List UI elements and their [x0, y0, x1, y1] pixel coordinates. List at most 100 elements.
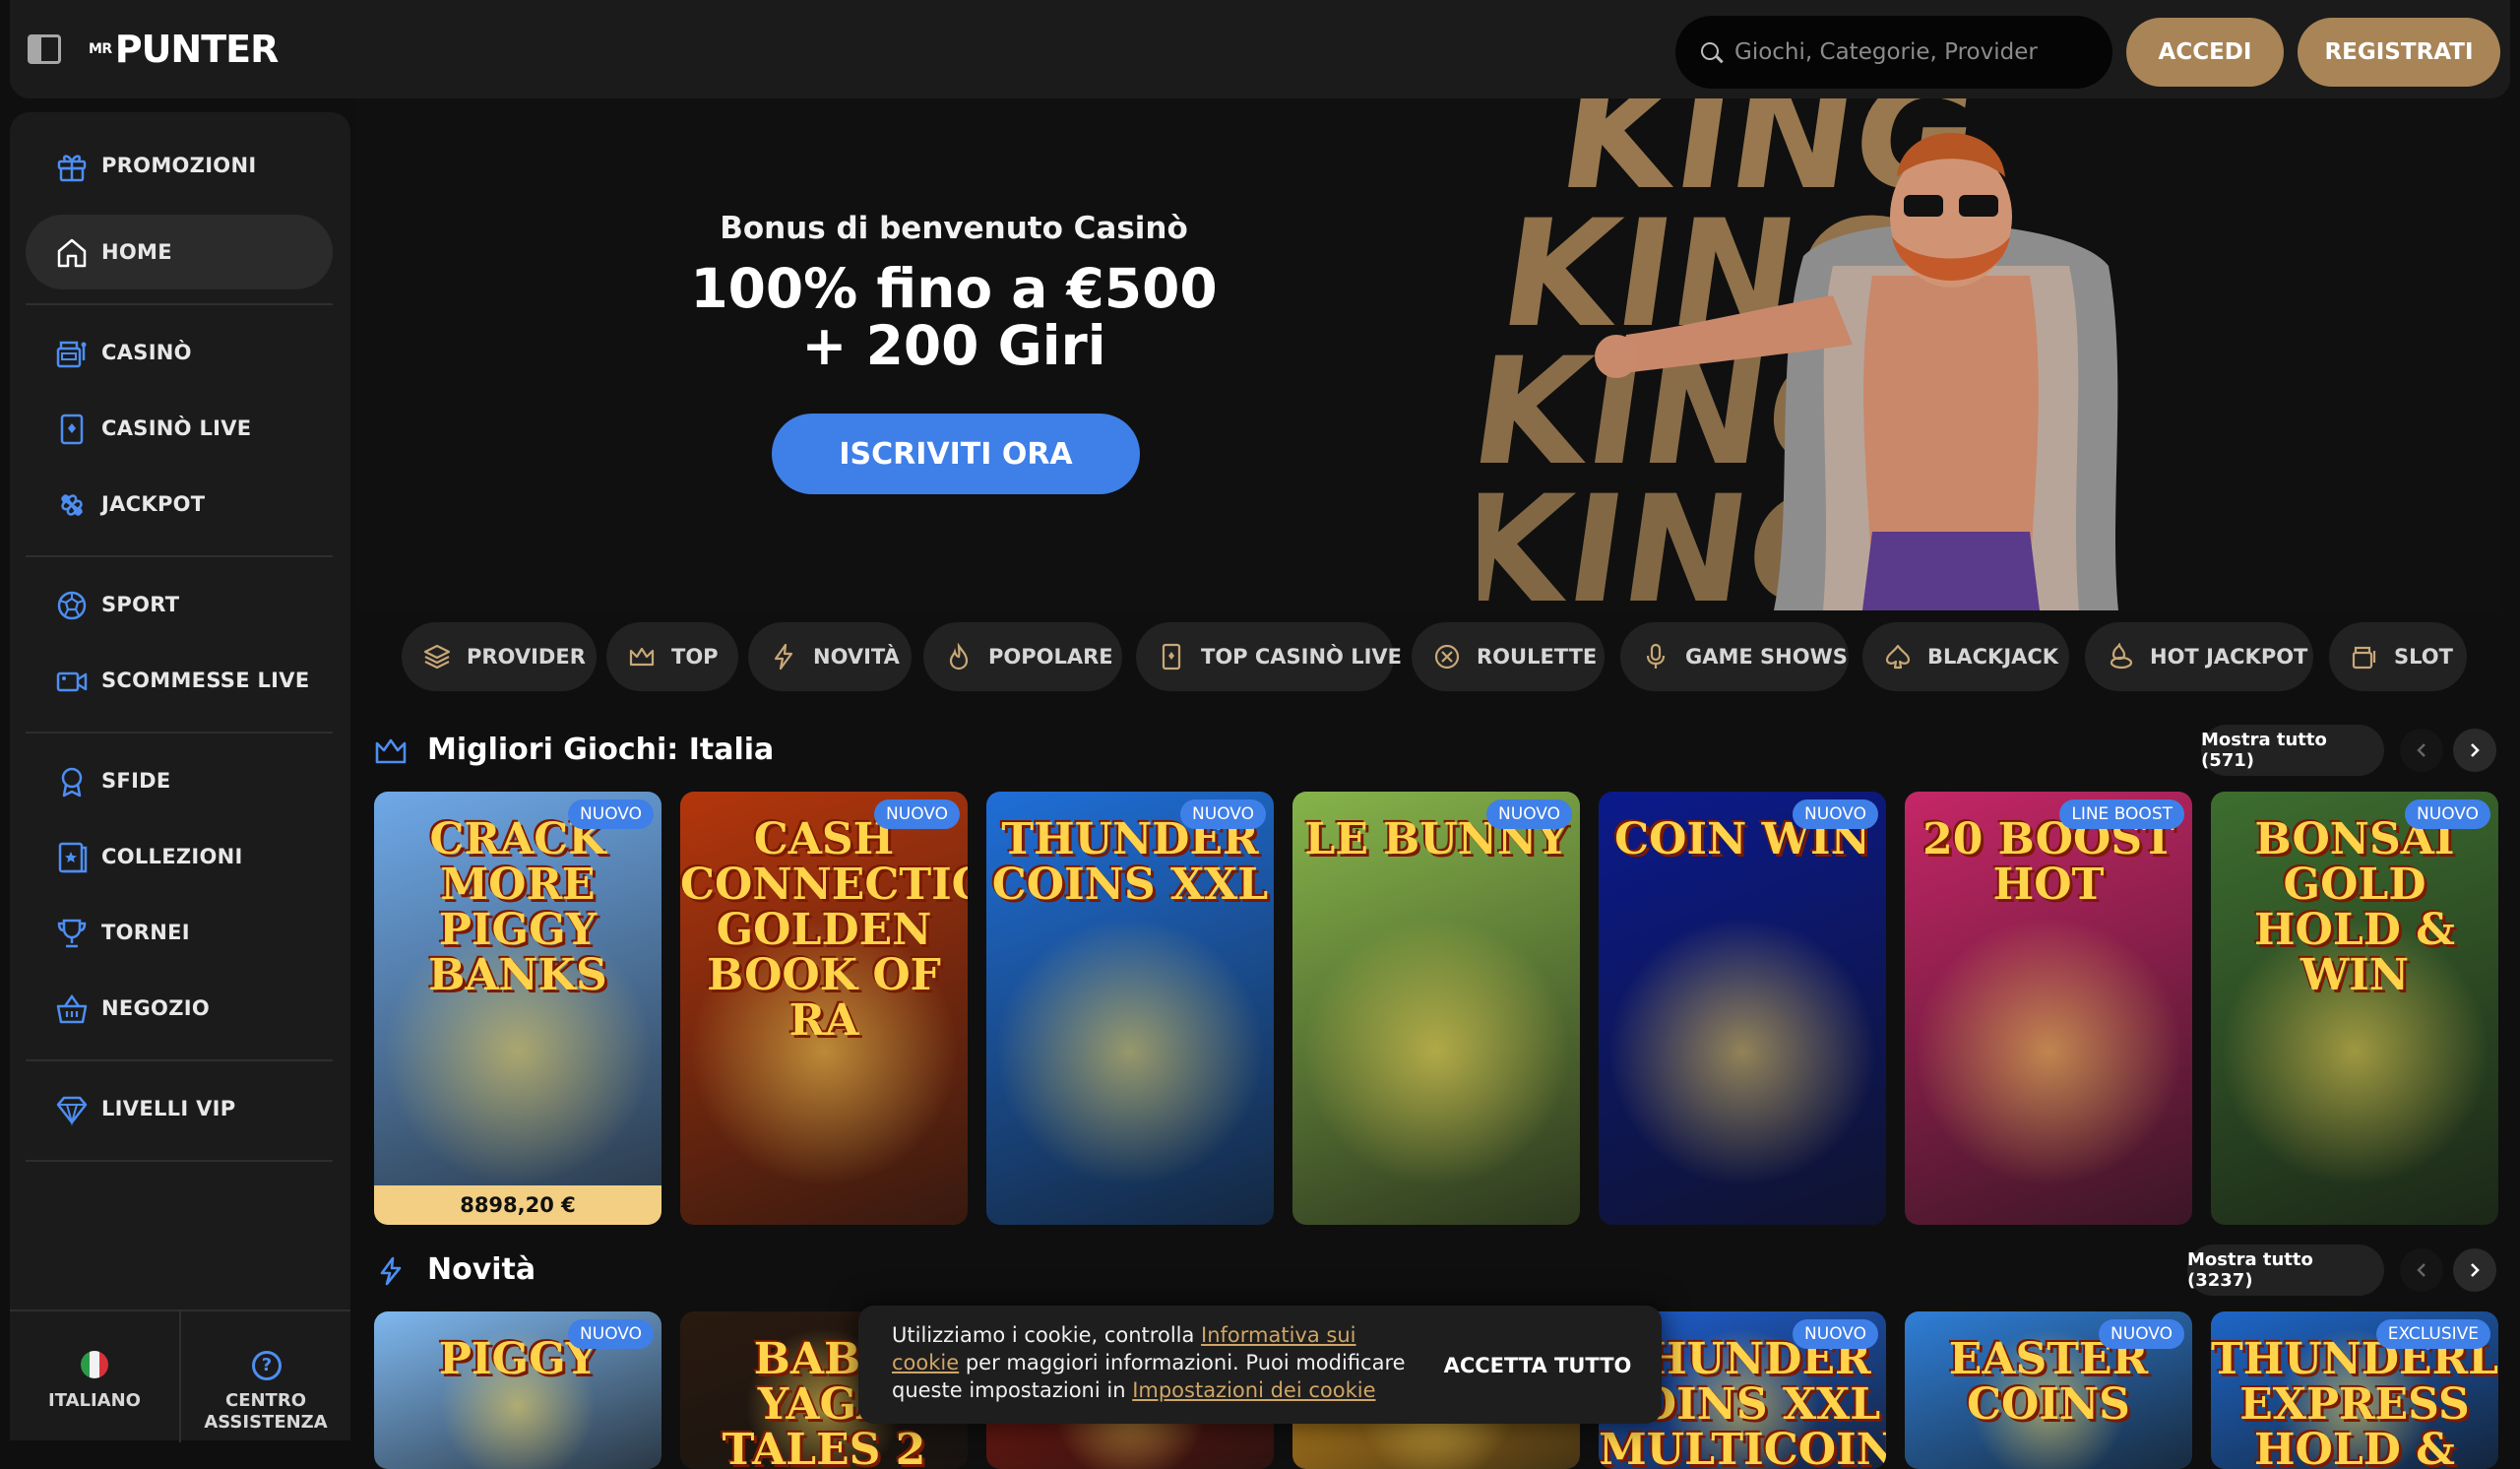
- lightning-icon: [774, 643, 793, 671]
- sidebar-item-label: CASINÒ: [101, 341, 192, 364]
- sidebar-item-casino[interactable]: CASINÒ: [26, 315, 333, 390]
- chip-label: POPOLARE: [988, 645, 1113, 669]
- slot-machine-icon: [56, 341, 87, 368]
- chip-provider[interactable]: PROVIDER: [402, 622, 597, 691]
- live-card-icon: [1162, 643, 1181, 671]
- accept-all-cookies-button[interactable]: ACCETTA TUTTO: [1439, 1343, 1636, 1388]
- chip-game-shows[interactable]: GAME SHOWS: [1620, 622, 1849, 691]
- game-tile[interactable]: COIN WIN NUOVO: [1599, 792, 1886, 1225]
- hero-banner[interactable]: Bonus di benvenuto Casinò 100% fino a €5…: [356, 98, 2502, 610]
- carousel-next-button[interactable]: [2453, 1248, 2496, 1292]
- chip-label: TOP CASINÒ LIVE: [1201, 645, 1403, 669]
- game-tile[interactable]: PIGGY NUOVO: [374, 1311, 662, 1469]
- help-label-line1: CENTRO: [224, 1390, 306, 1411]
- language-label: ITALIANO: [48, 1390, 141, 1411]
- sidebar-item-label: SFIDE: [101, 769, 171, 793]
- help-center-button[interactable]: ? CENTRO ASSISTENZA: [181, 1311, 350, 1442]
- show-all-button[interactable]: Mostra tutto (3237): [2187, 1245, 2384, 1296]
- collection-book-icon: [58, 842, 88, 873]
- game-tile[interactable]: THUNDERLINE EXPRESS HOLD & WINEXCLUSIVE: [2211, 1311, 2498, 1469]
- carousel-prev-button[interactable]: [2400, 729, 2443, 772]
- sidebar-item-negozio[interactable]: NEGOZIO: [26, 971, 333, 1046]
- chevron-left-icon: [2417, 743, 2426, 757]
- sidebar-item-home[interactable]: HOME: [26, 215, 333, 289]
- register-button[interactable]: REGISTRATI: [2298, 18, 2500, 87]
- gift-icon: [57, 155, 87, 182]
- cookie-settings-link[interactable]: Impostazioni dei cookie: [1132, 1378, 1375, 1402]
- chip-novita[interactable]: NOVITÀ: [748, 622, 912, 691]
- hero-title: 100% fino a €500 + 200 Giri: [356, 260, 1551, 374]
- chevron-right-icon: [2471, 743, 2480, 757]
- new-badge: NUOVO: [1180, 799, 1266, 829]
- crown-icon: [629, 647, 655, 667]
- sidebar-item-jackpot[interactable]: JACKPOT: [26, 467, 333, 542]
- new-badge: NUOVO: [2405, 799, 2490, 829]
- signup-now-button[interactable]: ISCRIVITI ORA: [772, 414, 1140, 494]
- cookie-text: Utilizziamo i cookie, controlla Informat…: [892, 1321, 1423, 1404]
- sidebar-item-label: SCOMMESSE LIVE: [101, 669, 310, 692]
- chip-hot-jackpot[interactable]: HOT JACKPOT: [2085, 622, 2313, 691]
- chip-label: NOVITÀ: [813, 645, 900, 669]
- game-tile[interactable]: CRACK MORE PIGGY BANKS NUOVO 8898,20 €: [374, 792, 662, 1225]
- carousel-prev-button[interactable]: [2400, 1248, 2443, 1292]
- sidebar-item-label: COLLEZIONI: [101, 845, 243, 868]
- carousel-next-button[interactable]: [2453, 729, 2496, 772]
- sidebar-item-casino-live[interactable]: CASINÒ LIVE: [26, 391, 333, 466]
- sidebar: PROMOZIONI HOME CASINÒ CASINÒ LIVE JACKP…: [10, 112, 350, 1442]
- sidebar-toggle-icon[interactable]: [28, 34, 61, 64]
- sidebar-item-sfide[interactable]: SFIDE: [26, 743, 333, 818]
- section-title: Migliori Giochi: Italia: [427, 733, 775, 767]
- cookie-banner: Utilizziamo i cookie, controlla Informat…: [858, 1306, 1662, 1424]
- game-tile[interactable]: BONSAI GOLD HOLD & WIN NUOVO: [2211, 792, 2498, 1225]
- game-tile[interactable]: EASTER COINS NUOVO: [1905, 1311, 2192, 1469]
- search-box[interactable]: [1675, 16, 2112, 89]
- new-badge: NUOVO: [568, 799, 654, 829]
- video-camera-icon: [56, 671, 88, 692]
- logo[interactable]: MR PUNTER: [89, 28, 279, 71]
- game-tile[interactable]: LE BUNNY NUOVO: [1292, 792, 1580, 1225]
- sidebar-item-label: NEGOZIO: [101, 996, 211, 1020]
- divider: [26, 1160, 333, 1162]
- sidebar-item-label: HOME: [101, 240, 172, 264]
- chip-blackjack[interactable]: BLACKJACK: [1862, 622, 2069, 691]
- top-bar: MR PUNTER ACCEDI REGISTRATI: [10, 0, 2510, 98]
- game-tile[interactable]: CASH CONNECTION GOLDEN BOOK OF RANUOVO: [680, 792, 968, 1225]
- flame-icon: [949, 643, 969, 671]
- divider: [26, 1059, 333, 1061]
- game-title: EASTER COINS: [1948, 1334, 2149, 1430]
- hero-character-image: KING KING KING KING: [1479, 98, 2118, 610]
- game-tile[interactable]: 20 BOOST HOT LINE BOOST: [1905, 792, 2192, 1225]
- chip-roulette[interactable]: ROULETTE: [1412, 622, 1605, 691]
- show-all-button[interactable]: Mostra tutto (571): [2201, 725, 2384, 776]
- new-badge: NUOVO: [874, 799, 960, 829]
- jackpot-amount: 8898,20 €: [374, 1185, 662, 1225]
- lightning-icon: [380, 1256, 402, 1286]
- sidebar-item-promozioni[interactable]: PROMOZIONI: [26, 128, 333, 203]
- hot-coins-icon: [2110, 643, 2133, 670]
- sidebar-item-tornei[interactable]: TORNEI: [26, 895, 333, 970]
- sidebar-item-collezioni[interactable]: COLLEZIONI: [26, 819, 333, 894]
- crown-icon: [375, 738, 407, 764]
- hero-title-line1: 100% fino a €500: [690, 257, 1218, 320]
- login-button[interactable]: ACCEDI: [2126, 18, 2284, 87]
- chip-popolare[interactable]: POPOLARE: [923, 622, 1122, 691]
- cookie-text-part: Utilizziamo i cookie, controlla: [892, 1323, 1202, 1347]
- chip-top-casino-live[interactable]: TOP CASINÒ LIVE: [1136, 622, 1402, 691]
- sidebar-item-sport[interactable]: SPORT: [26, 567, 333, 642]
- chip-label: PROVIDER: [467, 645, 586, 669]
- chip-label: SLOT: [2394, 645, 2453, 669]
- sidebar-item-label: JACKPOT: [101, 492, 206, 516]
- chip-top[interactable]: TOP: [606, 622, 738, 691]
- sidebar-item-label: PROMOZIONI: [101, 154, 257, 177]
- sidebar-item-livelli-vip[interactable]: LIVELLI VIP: [26, 1071, 333, 1146]
- game-title: 20 BOOST HOT: [1922, 814, 2174, 910]
- layers-icon: [423, 644, 451, 670]
- chip-slot[interactable]: SLOT: [2329, 622, 2467, 691]
- search-input[interactable]: [1732, 16, 2097, 89]
- new-badge: EXCLUSIVE: [2375, 1319, 2490, 1349]
- spade-icon: [1885, 644, 1911, 670]
- game-tile[interactable]: THUNDER COINS XXL NUOVO: [986, 792, 1274, 1225]
- language-selector[interactable]: ITALIANO: [10, 1311, 179, 1442]
- help-icon: ?: [252, 1351, 282, 1380]
- sidebar-item-scommesse-live[interactable]: SCOMMESSE LIVE: [26, 643, 333, 718]
